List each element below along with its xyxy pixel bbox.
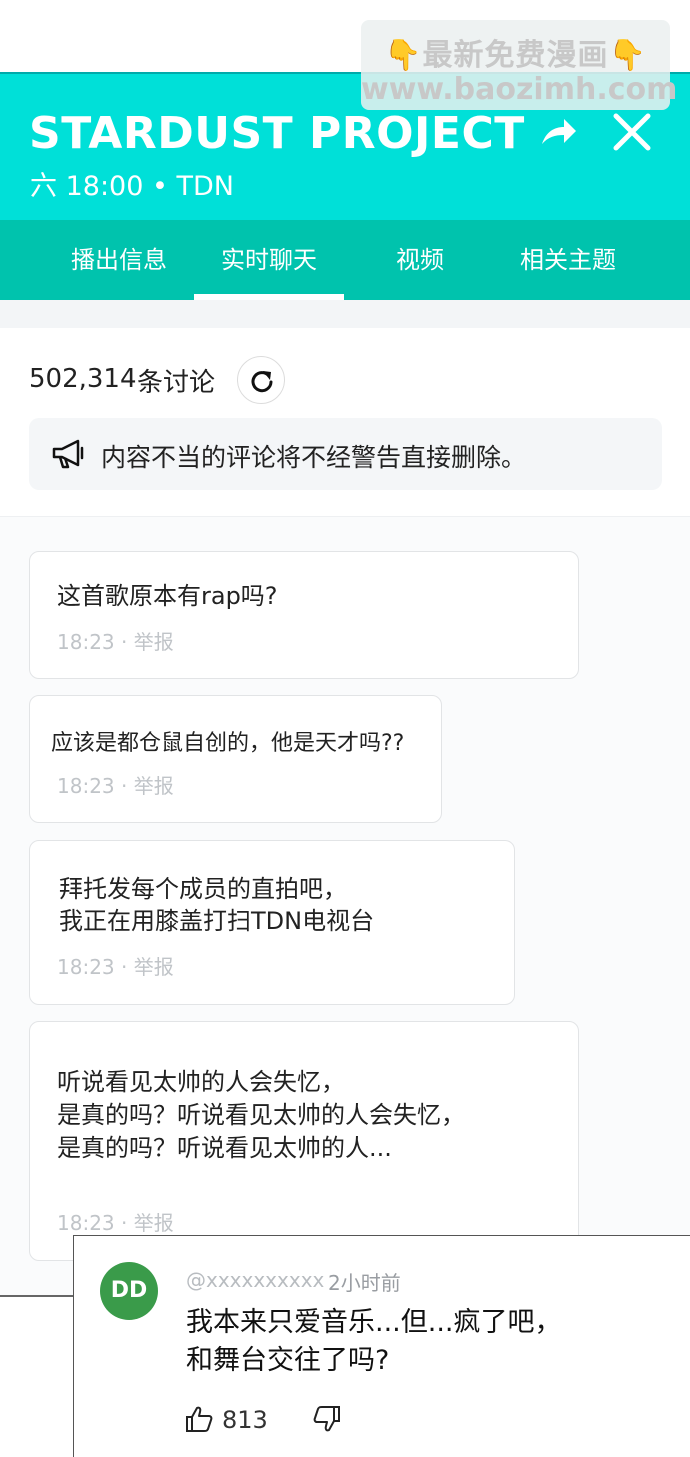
thumbs-up-icon[interactable] [184,1404,214,1434]
finger-down-icon: 👇 [384,38,423,73]
close-icon[interactable] [612,112,652,152]
notice-text: 内容不当的评论将不经警告直接删除。 [101,443,527,472]
tab-broadcast-info[interactable]: 播出信息 [44,220,194,300]
finger-down-icon: 👇 [608,38,647,73]
avatar[interactable]: DD [100,1262,158,1320]
site-watermark: 👇最新免费漫画👇 www.baozimh.com [361,20,678,110]
message-text: 是真的吗？听说看见太帅的人会失忆， [57,1101,465,1129]
discussion-count: 502,314 [29,364,137,394]
discussion-count-label: 条讨论 [137,368,216,398]
chat-message[interactable]: 听说看见太帅的人会失忆， 是真的吗？听说看见太帅的人会失忆， 是真的吗？听说看见… [29,1021,579,1261]
comment-text: 我本来只爱音乐...但...疯了吧， 和舞台交往了吗? [186,1304,562,1380]
divider-line [0,1295,73,1297]
show-title: STARDUST PROJECT [29,108,525,159]
refresh-icon [251,371,273,393]
message-meta[interactable]: 18:23 · 举报 [57,626,174,655]
comment-line: 我本来只爱音乐...但...疯了吧， [186,1307,562,1338]
message-text: 应该是都仓鼠自创的，他是天才吗?? [51,731,405,756]
message-meta[interactable]: 18:23 · 举报 [57,1207,174,1236]
message-text: 这首歌原本有rap吗? [57,582,278,610]
thumbs-down-icon[interactable] [312,1404,342,1434]
comment-timestamp: 2小时前 [328,1271,401,1295]
tab-related-topics[interactable]: 相关主题 [493,220,643,300]
comment-line: 和舞台交往了吗? [186,1345,390,1376]
megaphone-icon [52,439,84,469]
share-icon[interactable] [538,112,578,152]
chat-message[interactable]: 这首歌原本有rap吗? 18:23 · 举报 [29,551,579,679]
tab-bar: 播出信息 实时聊天 视频 相关主题 [0,220,690,300]
message-meta[interactable]: 18:23 · 举报 [57,770,174,799]
chat-message[interactable]: 拜托发每个成员的直拍吧， 我正在用膝盖打扫TDN电视台 18:23 · 举报 [29,840,515,1005]
tab-live-chat[interactable]: 实时聊天 [194,220,344,300]
watermark-line2: www.baozimh.com [361,72,678,107]
message-text: 我正在用膝盖打扫TDN电视台 [59,907,375,935]
moderation-notice: 内容不当的评论将不经警告直接删除。 [29,418,662,490]
chat-message[interactable]: 应该是都仓鼠自创的，他是天才吗?? 18:23 · 举报 [29,695,442,823]
section-divider [0,300,690,328]
comment-username[interactable]: @xxxxxxxxxx [186,1268,324,1292]
message-text: 是真的吗？听说看见太帅的人... [57,1134,392,1162]
watermark-line1: 最新免费漫画 [422,38,609,73]
message-text: 拜托发每个成员的直拍吧， [59,875,347,903]
show-schedule: 六 18:00 • TDN [30,171,234,202]
like-count: 813 [222,1406,268,1434]
refresh-button[interactable] [237,356,285,404]
tab-videos[interactable]: 视频 [345,220,495,300]
message-text: 听说看见太帅的人会失忆， [57,1068,345,1096]
comment-card: DD @xxxxxxxxxx 2小时前 我本来只爱音乐...但...疯了吧， 和… [73,1235,690,1457]
message-meta[interactable]: 18:23 · 举报 [57,951,174,980]
